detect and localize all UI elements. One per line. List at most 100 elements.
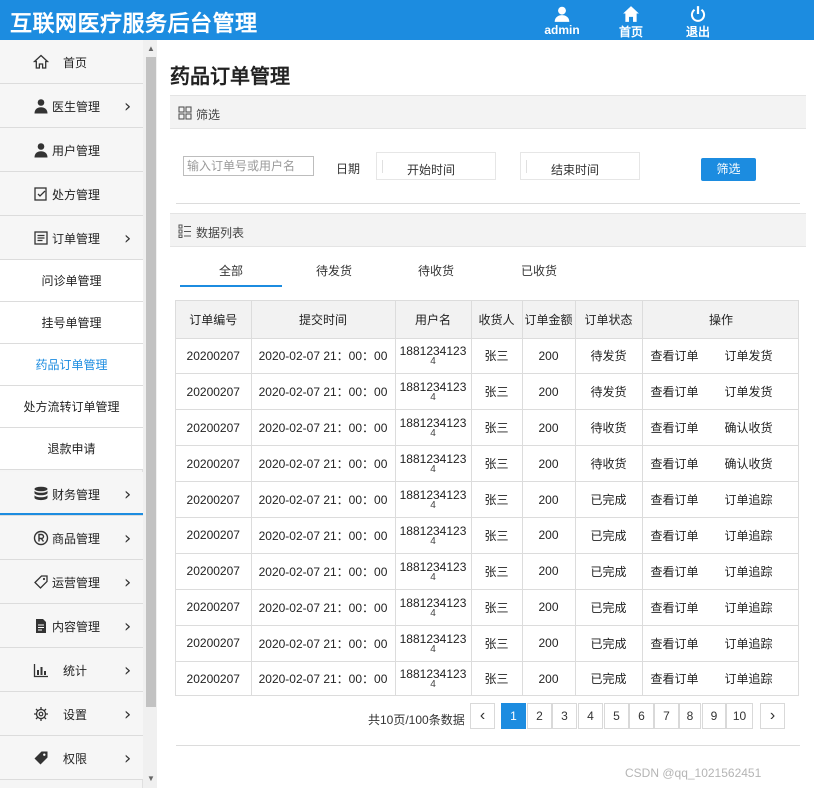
order-id-cell: 20200207 (176, 373, 252, 411)
order-action-link[interactable]: 订单发货 (725, 347, 773, 364)
sidebar-item-permissions[interactable]: 权限 › (0, 736, 143, 780)
home-button[interactable]: 首页 (606, 5, 656, 40)
sidebar-item-home[interactable]: 首页 (0, 40, 143, 84)
sidebar-item-label: 设置 (63, 708, 88, 722)
order-action-link[interactable]: 确认收货 (725, 419, 773, 436)
tab-received[interactable]: 已收货 (499, 262, 579, 279)
order-id-cell: 20200207 (176, 553, 252, 590)
order-action-link[interactable]: 确认收货 (725, 455, 773, 472)
scroll-down-icon[interactable]: ▼ (146, 774, 156, 783)
order-action-link[interactable]: 订单发货 (725, 383, 773, 400)
view-order-link[interactable]: 查看订单 (651, 563, 699, 580)
divider (176, 745, 800, 746)
sidebar-item-operations[interactable]: 运营管理 › (0, 560, 143, 604)
view-order-link[interactable]: 查看订单 (651, 635, 699, 652)
sidebar-sub-refunds[interactable]: 退款申请 (0, 428, 143, 470)
page-number-button[interactable]: 9 (702, 703, 726, 729)
sidebar-item-finance[interactable]: 财务管理 › (0, 472, 143, 516)
username-cell: 1881234123 4 (395, 517, 472, 554)
amount-cell: 200 (522, 373, 576, 411)
home-icon (606, 5, 656, 23)
sidebar-item-settings[interactable]: 设置 › (0, 692, 143, 736)
sidebar-sub-registrations[interactable]: 挂号单管理 (0, 302, 143, 344)
sidebar-item-orders[interactable]: 订单管理 › (0, 216, 143, 260)
order-action-link[interactable]: 订单追踪 (725, 563, 773, 580)
page-number-button[interactable]: 3 (552, 703, 577, 729)
sidebar-item-label: 运营管理 (52, 576, 101, 590)
start-date-placeholder: 开始时间 (407, 163, 456, 177)
view-order-link[interactable]: 查看订单 (651, 455, 699, 472)
chevron-right-icon: › (124, 660, 132, 681)
date-label: 日期 (336, 162, 361, 176)
view-order-link[interactable]: 查看订单 (651, 670, 699, 687)
view-order-link[interactable]: 查看订单 (651, 419, 699, 436)
view-order-link[interactable]: 查看订单 (651, 491, 699, 508)
page-number-button[interactable]: 4 (578, 703, 603, 729)
sidebar-sub-prescription-flow-orders[interactable]: 处方流转订单管理 (0, 386, 143, 428)
order-action-link[interactable]: 订单追踪 (725, 599, 773, 616)
table-row: 20200207 2020-02-07 21：00：00 1881234123 4 张三… (176, 409, 798, 447)
page-number-button[interactable]: 5 (604, 703, 629, 729)
column-header: 收货人 (471, 301, 523, 339)
page-number-button[interactable]: 2 (527, 703, 552, 729)
prev-page-button[interactable]: ‹ (470, 703, 495, 729)
username-cell: 1881234123 4 (395, 338, 472, 375)
search-input[interactable] (183, 156, 314, 176)
tab-all[interactable]: 全部 (191, 262, 271, 279)
page-number-button[interactable]: 8 (679, 703, 701, 729)
next-page-button[interactable]: › (760, 703, 785, 729)
logout-button[interactable]: 退出 (673, 5, 723, 40)
column-header: 订单状态 (575, 301, 643, 339)
sidebar-scroll-thumb[interactable] (146, 57, 156, 707)
sidebar-item-users[interactable]: 用户管理 (0, 128, 143, 172)
tab-pending-receipt[interactable]: 待收货 (396, 262, 476, 279)
actions-cell: 查看订单 确认收货 (642, 445, 798, 483)
chevron-right-icon: › (124, 96, 132, 117)
power-icon (673, 5, 723, 23)
sidebar-item-statistics[interactable]: 统计 › (0, 648, 143, 692)
divider (176, 203, 800, 204)
actions-cell: 查看订单 订单追踪 (642, 481, 798, 518)
table-row: 20200207 2020-02-07 21：00：00 1881234123 4 张三… (176, 338, 798, 375)
filter-button[interactable]: 筛选 (701, 158, 756, 181)
username-overflow: 4 (430, 535, 436, 547)
order-action-link[interactable]: 订单追踪 (725, 527, 773, 544)
order-id-cell: 20200207 (176, 445, 252, 483)
sidebar-sub-drug-orders[interactable]: 药品订单管理 (0, 344, 143, 386)
page-number-button[interactable]: 10 (726, 703, 753, 729)
sidebar-sub-consultations[interactable]: 问诊单管理 (0, 260, 143, 302)
page-number-button[interactable]: 6 (629, 703, 654, 729)
sidebar-item-products[interactable]: 商品管理 › (0, 516, 143, 560)
calendar-icon (526, 160, 536, 173)
submit-time-cell: 2020-02-07 21：00：00 (251, 373, 396, 411)
view-order-link[interactable]: 查看订单 (651, 347, 699, 364)
page-number-button[interactable]: 1 (501, 703, 526, 729)
actions-cell: 查看订单 订单追踪 (642, 661, 798, 695)
sidebar-item-label: 权限 (63, 752, 88, 766)
start-date-picker[interactable]: 开始时间 (376, 152, 496, 180)
orders-table: 订单编号 提交时间 用户名 收货人 订单金额 订单状态 操作 20200207 2… (175, 300, 799, 696)
end-date-picker[interactable]: 结束时间 (520, 152, 640, 180)
sidebar-item-label: 处方管理 (52, 188, 101, 202)
order-action-link[interactable]: 订单追踪 (725, 670, 773, 687)
view-order-link[interactable]: 查看订单 (651, 599, 699, 616)
sidebar-item-doctors[interactable]: 医生管理 › (0, 84, 143, 128)
sidebar-item-label: 用户管理 (52, 144, 101, 158)
admin-button[interactable]: admin (537, 5, 587, 37)
page-number-button[interactable]: 7 (654, 703, 679, 729)
sidebar-item-content[interactable]: 内容管理 › (0, 604, 143, 648)
tab-pending-shipment[interactable]: 待发货 (294, 262, 374, 279)
order-action-link[interactable]: 订单追踪 (725, 635, 773, 652)
view-order-link[interactable]: 查看订单 (651, 527, 699, 544)
logout-label: 退出 (685, 25, 710, 39)
sidebar: 首页 医生管理 › 用户管理 处方管理 订单管理 › 问诊单管理 挂号单管理 药… (0, 40, 143, 788)
sidebar-item-prescriptions[interactable]: 处方管理 (0, 172, 143, 216)
username-cell: 1881234123 4 (395, 625, 472, 662)
receiver-cell: 张三 (471, 589, 523, 626)
user-icon (33, 142, 49, 158)
app-title: 互联网医疗服务后台管理 (10, 11, 258, 36)
order-action-link[interactable]: 订单追踪 (725, 491, 773, 508)
scroll-up-icon[interactable]: ▲ (146, 44, 156, 53)
view-order-link[interactable]: 查看订单 (651, 383, 699, 400)
table-row: 20200207 2020-02-07 21：00：00 1881234123 4 张三… (176, 517, 798, 554)
